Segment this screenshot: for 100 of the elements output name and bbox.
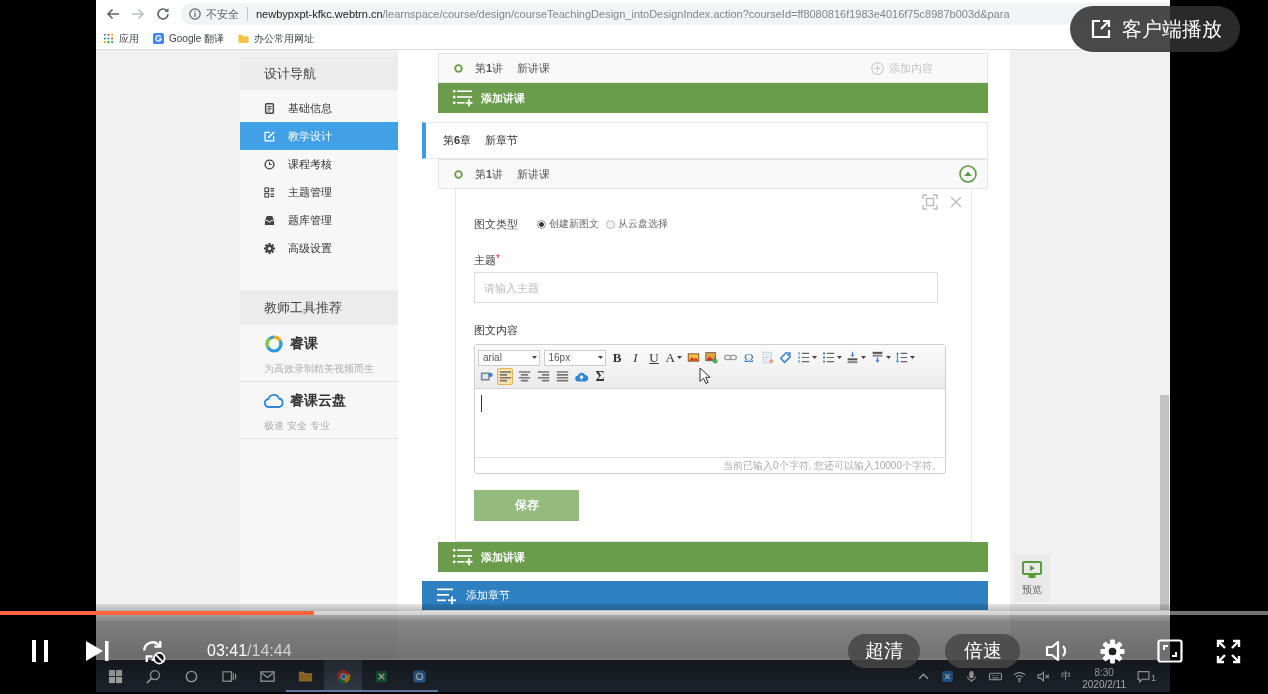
colored-circle-icon bbox=[335, 668, 351, 684]
quality-button[interactable]: 超清 bbox=[848, 634, 920, 668]
sidebar-item[interactable]: 课程考核 bbox=[240, 150, 398, 178]
task-view-icon[interactable] bbox=[221, 668, 237, 684]
search-icon[interactable] bbox=[145, 668, 161, 684]
document-icon bbox=[264, 102, 275, 114]
bookmark-link[interactable]: Google 翻译 bbox=[153, 31, 225, 46]
info-icon[interactable] bbox=[189, 8, 201, 20]
notification-button[interactable]: 1 bbox=[1137, 669, 1156, 683]
spreadsheet-icon bbox=[373, 668, 389, 684]
field-label: 图文内容 bbox=[474, 324, 518, 337]
add-chapter-button[interactable]: 添加章节 bbox=[422, 581, 988, 610]
folder-icon bbox=[238, 33, 250, 44]
sidebar-heading: 设计导航 bbox=[240, 57, 398, 90]
field-label: 图文类型 bbox=[474, 216, 518, 232]
radio-option[interactable]: 创建新图文 bbox=[537, 217, 599, 231]
sidebar-item[interactable]: 高级设置 bbox=[240, 234, 398, 262]
bookmark-link[interactable]: 办公常用网址 bbox=[238, 31, 315, 46]
align-left-button[interactable] bbox=[497, 368, 513, 385]
chapter-title: 新章节 bbox=[485, 133, 519, 148]
progress-track[interactable] bbox=[0, 611, 1268, 615]
picture-button[interactable] bbox=[703, 349, 720, 366]
tool-tagline: 极速 安全 专业 bbox=[264, 419, 331, 433]
ring-icon[interactable] bbox=[183, 668, 199, 684]
client-play-button[interactable]: 客户端播放 bbox=[1070, 6, 1240, 52]
tool-link[interactable]: 睿课 bbox=[264, 335, 318, 353]
monitor-play-icon bbox=[1022, 560, 1042, 579]
rounded-tile-icon bbox=[411, 668, 427, 684]
dropdown-select[interactable]: arial bbox=[478, 349, 540, 366]
line-height-icon bbox=[895, 351, 909, 364]
microphone-icon[interactable] bbox=[965, 669, 979, 683]
underline-button[interactable]: U bbox=[646, 349, 662, 366]
next-icon[interactable] bbox=[85, 640, 110, 662]
font-color-button[interactable]: A bbox=[664, 349, 683, 366]
settings-icon[interactable] bbox=[1100, 638, 1125, 664]
translate-icon bbox=[153, 33, 164, 44]
subject-input[interactable]: 请输入主题 bbox=[474, 272, 938, 303]
collapse-icon[interactable] bbox=[959, 165, 977, 183]
justify-icon bbox=[555, 370, 569, 383]
web-fullscreen-icon[interactable] bbox=[1157, 639, 1183, 663]
bold-button[interactable]: B bbox=[609, 349, 625, 366]
lecture-title: 新讲课 bbox=[517, 60, 551, 76]
align-left-icon bbox=[498, 370, 512, 383]
clock-icon bbox=[264, 158, 275, 170]
windows-logo-icon[interactable] bbox=[107, 668, 123, 684]
bookmark-link[interactable]: 应用 bbox=[103, 31, 139, 46]
input-method-indicator[interactable]: 中 bbox=[1061, 669, 1072, 683]
text-cursor bbox=[481, 395, 482, 412]
document-icon bbox=[760, 351, 774, 364]
plus-circle-icon bbox=[871, 61, 884, 75]
sidebar-item[interactable]: 基础信息 bbox=[240, 94, 398, 122]
frame-icon bbox=[479, 370, 493, 383]
sidebar-heading: 教师工具推荐 bbox=[240, 290, 398, 325]
inbox-icon bbox=[264, 214, 275, 226]
taskbar-app-button[interactable] bbox=[324, 660, 362, 692]
preview-button[interactable]: 预览 bbox=[1014, 555, 1050, 602]
apps-grid-icon bbox=[103, 33, 114, 44]
tile-tray-icon[interactable] bbox=[941, 669, 955, 683]
lecture-number: 第1讲 bbox=[475, 166, 504, 182]
sidebar-item[interactable]: 题库管理 bbox=[240, 206, 398, 234]
status-ring-icon bbox=[454, 169, 463, 179]
pause-icon[interactable] bbox=[30, 639, 50, 663]
cloud-upload-icon bbox=[574, 370, 588, 383]
list-add-icon bbox=[453, 548, 473, 566]
envelope-icon bbox=[259, 668, 275, 684]
mouse-pointer-icon bbox=[699, 367, 711, 385]
tag-icon bbox=[779, 351, 793, 364]
format-icon bbox=[870, 351, 884, 364]
special-character-button[interactable]: Ω bbox=[740, 349, 757, 366]
wifi-icon[interactable] bbox=[1013, 669, 1027, 683]
italic-button[interactable]: I bbox=[627, 349, 644, 366]
current-time: 03:41 bbox=[207, 642, 248, 660]
reload-icon[interactable] bbox=[156, 7, 170, 21]
dropdown-select[interactable]: 16px bbox=[543, 349, 606, 366]
line-height-button[interactable] bbox=[894, 349, 917, 366]
align-center-icon bbox=[517, 370, 531, 383]
sidebar-item[interactable]: 主题管理 bbox=[240, 178, 398, 206]
message-icon bbox=[1137, 669, 1150, 683]
speed-button[interactable]: 倍速 bbox=[945, 634, 1020, 668]
numbered-list-icon bbox=[797, 351, 811, 364]
attachment-button[interactable] bbox=[777, 349, 794, 366]
formula-button[interactable]: Σ bbox=[592, 368, 608, 385]
edit-icon bbox=[264, 130, 275, 142]
scrollbar-thumb[interactable] bbox=[1160, 395, 1169, 610]
picture-icon bbox=[705, 351, 719, 364]
total-time: /14:44 bbox=[247, 642, 292, 660]
tool-link[interactable]: 睿课云盘 bbox=[264, 392, 346, 410]
speaker-muted-icon[interactable] bbox=[1037, 669, 1051, 683]
list-add-icon bbox=[437, 586, 457, 605]
back-arrow-icon[interactable] bbox=[106, 7, 120, 21]
clock-time: 8:30 bbox=[1094, 666, 1114, 679]
bullet-list-button[interactable] bbox=[820, 349, 843, 366]
numbered-list-button[interactable] bbox=[796, 349, 819, 366]
paragraph-spacing-button[interactable] bbox=[845, 349, 868, 366]
align-right-icon bbox=[536, 370, 550, 383]
external-open-icon bbox=[1090, 18, 1112, 40]
settings-icon bbox=[264, 242, 275, 254]
list-grid-icon bbox=[264, 186, 275, 198]
status-ring-icon bbox=[454, 63, 463, 73]
radio-option[interactable]: 从云盘选择 bbox=[606, 217, 668, 231]
